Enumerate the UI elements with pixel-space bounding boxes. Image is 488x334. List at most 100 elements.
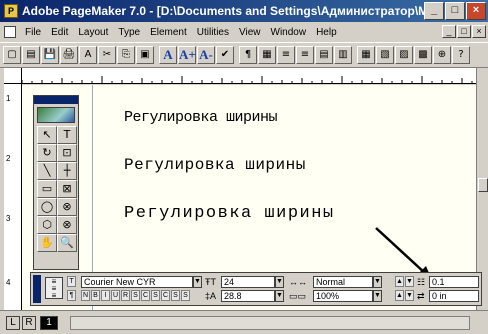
scale-icon: ▭▭ (289, 291, 307, 301)
spellcheck-icon[interactable]: ✔ (216, 46, 234, 64)
left-master-page-button[interactable]: L (6, 316, 20, 330)
sample-text-line-1[interactable]: Регулировка ширины (124, 109, 278, 126)
polygon-tool-icon[interactable]: ⬡ (37, 216, 57, 234)
rectangle-tool-icon[interactable]: ▭ (37, 180, 57, 198)
menu-file[interactable]: File (20, 27, 46, 38)
sample-text-line-2[interactable]: Регулировка ширины (124, 156, 306, 174)
tracking-down-icon[interactable]: ▼ (405, 276, 414, 287)
paragraph-icon[interactable]: ¶ (239, 46, 257, 64)
print-icon[interactable]: 🖨 (60, 46, 78, 64)
save-icon[interactable]: 💾 (41, 46, 59, 64)
font-size-icon: ŦT (205, 277, 216, 287)
cut-icon[interactable]: ✂ (98, 46, 116, 64)
pointer-tool-icon[interactable]: ↖ (37, 126, 57, 144)
style-reverse-button[interactable]: R (121, 290, 130, 301)
horizontal-scrollbar[interactable] (70, 316, 470, 330)
toolbox-titlebar[interactable] (34, 96, 78, 104)
width-dropdown-icon[interactable]: ▼ (373, 276, 382, 288)
char-view-icon[interactable]: T (67, 276, 76, 287)
horizontal-ruler[interactable] (22, 68, 482, 84)
ellipse-frame-tool-icon[interactable]: ⊗ (57, 198, 77, 216)
crop-tool-icon[interactable]: ⊡ (57, 144, 77, 162)
font-dropdown-icon[interactable]: ▼ (193, 276, 202, 288)
new-icon[interactable]: ▢ (3, 46, 21, 64)
kerning-field[interactable]: 0 in (429, 290, 479, 302)
text-tool-icon[interactable]: T (57, 126, 77, 144)
style-subscript-button[interactable]: S (181, 290, 190, 301)
ellipse-tool-icon[interactable]: ◯ (37, 198, 57, 216)
place-icon[interactable]: ▦ (357, 46, 375, 64)
font-shrink-icon[interactable]: A- (197, 46, 215, 64)
help-icon[interactable]: ? (452, 46, 470, 64)
style-smallcaps-button[interactable]: S (151, 290, 160, 301)
font-icon[interactable]: A (159, 46, 177, 64)
sample-text-line-3[interactable]: Регулировка ширины (124, 204, 335, 223)
tracking-up-icon[interactable]: ▲ (395, 276, 404, 287)
style-bold-button[interactable]: B (91, 290, 100, 301)
leading-dropdown-icon[interactable]: ▼ (275, 290, 284, 302)
style-underline-button[interactable]: U (111, 290, 120, 301)
page-1-icon[interactable]: 1 (40, 316, 58, 330)
ruler-corner[interactable] (4, 68, 22, 84)
rotate-tool-icon[interactable]: ↻ (37, 144, 57, 162)
constrained-line-tool-icon[interactable]: ┼ (57, 162, 77, 180)
numbering-icon[interactable]: ≡ (296, 46, 314, 64)
columns-icon[interactable]: ▥ (334, 46, 352, 64)
export-icon[interactable]: ▨ (395, 46, 413, 64)
style-italic-button[interactable]: I (101, 290, 110, 301)
frame-icon[interactable]: ▤ (315, 46, 333, 64)
table-icon[interactable]: ▦ (258, 46, 276, 64)
right-master-page-button[interactable]: R (22, 316, 36, 330)
menu-utilities[interactable]: Utilities (192, 27, 234, 38)
style-caps-button[interactable]: C (141, 290, 150, 301)
font-size-dropdown-icon[interactable]: ▼ (275, 276, 284, 288)
leading-field[interactable]: 28.8 (221, 290, 275, 302)
menu-help[interactable]: Help (311, 27, 342, 38)
doc-minimize-button[interactable]: _ (442, 25, 456, 38)
bullets-icon[interactable]: ≡ (277, 46, 295, 64)
minimize-button[interactable]: _ (424, 2, 444, 20)
zoom-tool-icon[interactable]: 🔍 (57, 234, 77, 252)
kerning-down-icon[interactable]: ▼ (405, 290, 414, 301)
maximize-button[interactable]: □ (445, 2, 465, 20)
control-palette-handle[interactable] (33, 275, 41, 303)
para-view-icon[interactable]: ¶ (67, 290, 76, 301)
rectangle-frame-tool-icon[interactable]: ⊠ (57, 180, 77, 198)
zoom-icon[interactable]: ⊕ (433, 46, 451, 64)
menu-edit[interactable]: Edit (46, 27, 73, 38)
scale-field[interactable]: 100% (313, 290, 373, 302)
scale-dropdown-icon[interactable]: ▼ (373, 290, 382, 302)
paste-icon[interactable]: ▣ (136, 46, 154, 64)
menu-layout[interactable]: Layout (73, 27, 113, 38)
font-grow-icon[interactable]: A+ (178, 46, 196, 64)
document-icon[interactable] (4, 26, 16, 38)
menu-window[interactable]: Window (266, 27, 312, 38)
close-button[interactable]: × (466, 2, 486, 20)
style-case-button[interactable]: C (161, 290, 170, 301)
scroll-thumb[interactable] (478, 178, 488, 192)
copy-icon[interactable]: ⎘ (117, 46, 135, 64)
style-superscript-button[interactable]: S (171, 290, 180, 301)
font-size-field[interactable]: 24 (221, 276, 275, 288)
doc-restore-button[interactable]: □ (457, 25, 471, 38)
style-normal-button[interactable]: N (81, 290, 90, 301)
polygon-frame-tool-icon[interactable]: ⊗ (57, 216, 77, 234)
menu-type[interactable]: Type (113, 27, 145, 38)
image-icon[interactable]: ▧ (376, 46, 394, 64)
style-strike-button[interactable]: S (131, 290, 140, 301)
doc-close-button[interactable]: × (472, 25, 486, 38)
link-icon[interactable]: ▩ (414, 46, 432, 64)
vertical-ruler[interactable]: 1 2 3 4 (4, 84, 22, 310)
paragraph-view-icon[interactable]: ≡ ≡ ≡ (45, 277, 63, 300)
width-field[interactable]: Normal (313, 276, 373, 288)
find-icon[interactable]: A (79, 46, 97, 64)
font-name-field[interactable]: Courier New CYR (81, 276, 193, 288)
kerning-up-icon[interactable]: ▲ (395, 290, 404, 301)
line-tool-icon[interactable]: ╲ (37, 162, 57, 180)
open-icon[interactable]: ▤ (22, 46, 40, 64)
menu-element[interactable]: Element (145, 27, 192, 38)
menu-view[interactable]: View (234, 27, 266, 38)
hand-tool-icon[interactable]: ✋ (37, 234, 57, 252)
status-bar: L R 1 (0, 310, 488, 334)
tracking-field[interactable]: 0.1 (429, 276, 479, 288)
